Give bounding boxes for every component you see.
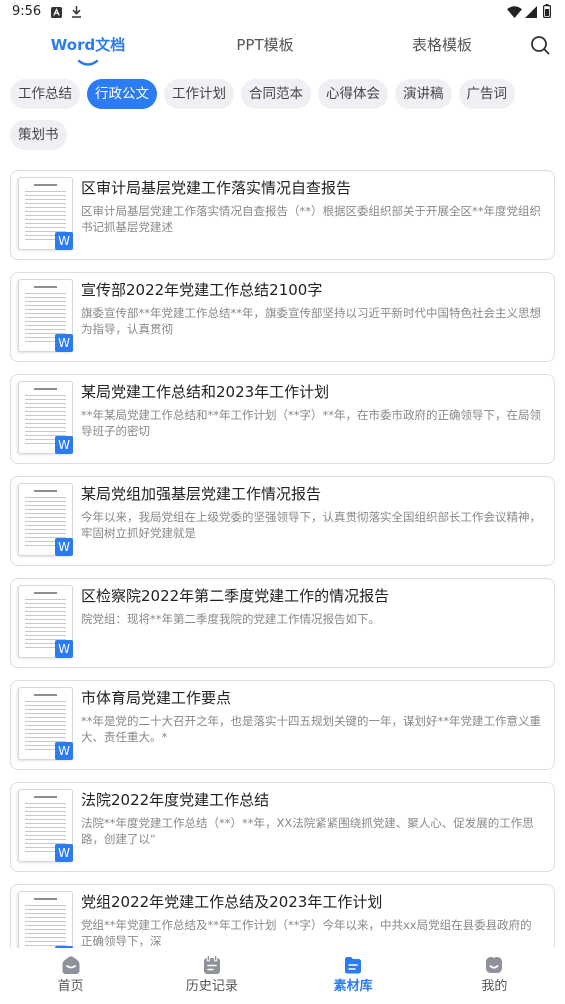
tab-spreadsheet-templates[interactable]: 表格模板	[387, 28, 497, 68]
document-card[interactable]: W 区审计局基层党建工作落实情况自查报告 区审计局基层党建工作落实情况自查报告（…	[10, 170, 555, 260]
document-card[interactable]: W 宣传部2022年党建工作总结2100字 旗委宣传部**年党建工作总结**年，…	[10, 272, 555, 362]
nav-label: 我的	[481, 979, 508, 994]
document-thumbnail: W	[18, 279, 73, 352]
active-tab-indicator	[77, 59, 99, 66]
document-snippet: 院党组：现将**年第二季度我院的党建工作情况报告如下。	[81, 612, 380, 626]
word-file-badge: W	[55, 742, 73, 760]
bottom-navigation: 首页 历史记录 素材库 我的	[0, 948, 565, 1004]
document-snippet: 区审计局基层党建工作落实情况自查报告（**）根据区委组织部关于开展全区**年度党…	[81, 204, 541, 234]
document-thumbnail: W	[18, 789, 73, 862]
word-file-badge: W	[55, 436, 73, 454]
category-chip[interactable]: 广告词	[458, 79, 515, 109]
history-icon	[201, 954, 223, 976]
document-title: 市体育局党建工作要点	[81, 689, 232, 707]
document-type-tabs: Word文档 PPT模板 表格模板	[0, 28, 565, 68]
document-title: 区检察院2022年第二季度党建工作的情况报告	[81, 587, 390, 605]
document-card[interactable]: W 党组2022年党建工作总结及2023年工作计划 党组**年党建工作总结及**…	[10, 884, 555, 948]
document-card[interactable]: W 某局党组加强基层党建工作情况报告 今年以来，我局党组在上级党委的坚强领导下，…	[10, 476, 555, 566]
status-bar: 9:56	[0, 0, 565, 24]
document-title: 法院2022年度党建工作总结	[81, 791, 270, 809]
nav-label: 素材库	[333, 979, 373, 994]
nav-item-library[interactable]: 素材库	[283, 948, 424, 1004]
document-card[interactable]: W 某局党建工作总结和2023年工作计划 **年某局党建工作总结和**年工作计划…	[10, 374, 555, 464]
wifi-icon	[507, 6, 522, 18]
download-icon	[71, 5, 82, 18]
app-notification-icon	[51, 7, 62, 18]
category-chip[interactable]: 行政公文	[87, 79, 157, 109]
word-file-badge: W	[55, 232, 73, 250]
tab-label: PPT模板	[236, 36, 294, 54]
category-chip[interactable]: 工作总结	[10, 79, 80, 109]
search-button[interactable]	[529, 34, 551, 56]
document-snippet: 旗委宣传部**年党建工作总结**年，旗委宣传部坚持以习近平新时代中国特色社会主义…	[81, 306, 541, 336]
profile-icon	[483, 954, 505, 976]
category-chip[interactable]: 工作计划	[164, 79, 234, 109]
category-filter: 工作总结 行政公文 工作计划 合同范本 心得体会 演讲稿 广告词 策划书	[10, 79, 555, 150]
word-file-badge: W	[55, 844, 73, 862]
document-thumbnail: W	[18, 585, 73, 658]
tab-label: Word文档	[50, 36, 126, 54]
category-chip[interactable]: 合同范本	[241, 79, 311, 109]
word-file-badge: W	[55, 640, 73, 658]
category-chip[interactable]: 心得体会	[318, 79, 388, 109]
home-icon	[60, 954, 82, 976]
nav-item-history[interactable]: 历史记录	[141, 948, 282, 1004]
document-snippet: **年某局党建工作总结和**年工作计划（**字）**年，在市委市政府的正确领导下…	[81, 408, 541, 438]
document-thumbnail: W	[18, 177, 73, 250]
document-title: 某局党建工作总结和2023年工作计划	[81, 383, 330, 401]
category-chip[interactable]: 策划书	[10, 120, 67, 150]
nav-item-profile[interactable]: 我的	[424, 948, 565, 1004]
nav-label: 首页	[57, 979, 84, 994]
document-snippet: 今年以来，我局党组在上级党委的坚强领导下，认真贯彻落实全国组织部长工作会议精神，…	[81, 510, 541, 540]
document-title: 宣传部2022年党建工作总结2100字	[81, 281, 323, 299]
word-file-badge: W	[55, 538, 73, 556]
document-snippet: 党组**年党建工作总结及**年工作计划（**字）今年以来，中共xx局党组在县委县…	[81, 918, 532, 948]
nav-item-home[interactable]: 首页	[0, 948, 141, 1004]
document-snippet: **年是党的二十大召开之年，也是落实十四五规划关键的一年，谋划好**年党建工作意…	[81, 714, 541, 744]
tab-word-documents[interactable]: Word文档	[33, 28, 143, 68]
document-card[interactable]: W 区检察院2022年第二季度党建工作的情况报告 院党组：现将**年第二季度我院…	[10, 578, 555, 668]
document-thumbnail: W	[18, 891, 73, 948]
document-snippet: 法院**年度党建工作总结（**）**年，XX法院紧紧围绕抓党建、聚人心、促发展的…	[81, 816, 534, 846]
nav-label: 历史记录	[185, 979, 238, 994]
document-title: 某局党组加强基层党建工作情况报告	[81, 485, 322, 503]
document-title: 区审计局基层党建工作落实情况自查报告	[81, 179, 352, 197]
battery-icon	[543, 4, 551, 18]
document-thumbnail: W	[18, 483, 73, 556]
document-thumbnail: W	[18, 687, 73, 760]
document-list[interactable]: W 区审计局基层党建工作落实情况自查报告 区审计局基层党建工作落实情况自查报告（…	[10, 170, 555, 948]
document-title: 党组2022年党建工作总结及2023年工作计划	[81, 893, 383, 911]
library-icon	[342, 954, 364, 976]
document-thumbnail: W	[18, 381, 73, 454]
search-icon	[531, 36, 550, 55]
category-row: 工作总结 行政公文 工作计划 合同范本 心得体会 演讲稿 广告词	[10, 79, 555, 109]
document-card[interactable]: W 市体育局党建工作要点 **年是党的二十大召开之年，也是落实十四五规划关键的一…	[10, 680, 555, 770]
signal-icon	[525, 6, 537, 18]
status-time: 9:56	[12, 4, 42, 19]
document-card[interactable]: W 法院2022年度党建工作总结 法院**年度党建工作总结（**）**年，XX法…	[10, 782, 555, 872]
word-file-badge: W	[55, 334, 73, 352]
category-chip[interactable]: 演讲稿	[395, 79, 452, 109]
tab-ppt-templates[interactable]: PPT模板	[210, 28, 320, 68]
tab-label: 表格模板	[411, 36, 472, 54]
category-row: 策划书	[10, 120, 555, 150]
